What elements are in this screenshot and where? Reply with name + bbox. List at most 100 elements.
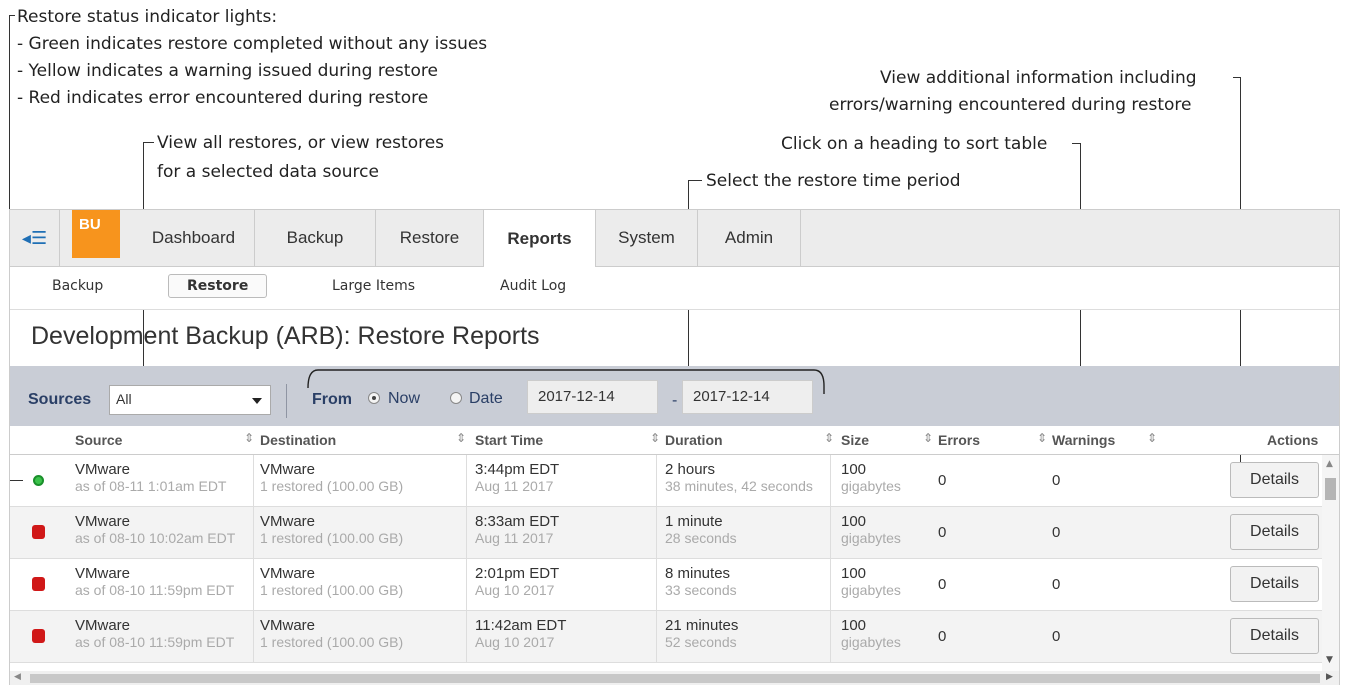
- callout-status-title: Restore status indicator lights:: [17, 7, 278, 27]
- scroll-down-icon[interactable]: ▼: [1326, 655, 1333, 665]
- table-row: VMware as of 08-10 10:02am EDT VMware 1 re…: [10, 507, 1322, 559]
- scroll-left-icon[interactable]: ◀: [14, 672, 21, 682]
- cell-source: VMware as of 08-10 11:59pm EDT: [75, 617, 235, 650]
- cell-start-time: 8:33am EDT Aug 11 2017: [475, 513, 560, 546]
- col-duration[interactable]: Duration: [665, 432, 723, 448]
- col-warnings[interactable]: Warnings: [1052, 432, 1115, 448]
- col-errors[interactable]: Errors: [938, 432, 980, 448]
- scroll-up-icon[interactable]: ▲: [1326, 459, 1333, 469]
- tab-dashboard[interactable]: Dashboard: [133, 210, 255, 266]
- callout-time-period: Select the restore time period: [706, 171, 961, 191]
- callout-sources-line1: View all restores, or view restores: [157, 133, 445, 153]
- cell-source: VMware as of 08-11 1:01am EDT: [75, 461, 227, 494]
- table-row: VMware as of 08-10 11:59pm EDT VMware 1 re…: [10, 611, 1322, 663]
- top-nav: ◂☰ BU Dashboard Backup Restore Reports S…: [10, 210, 1339, 267]
- sources-label: Sources: [28, 391, 92, 408]
- subnav-large-items[interactable]: Large Items: [332, 278, 415, 294]
- chevron-down-icon: [252, 398, 262, 404]
- scroll-thumb[interactable]: [1325, 478, 1336, 500]
- cell-size: 100 gigabytes: [841, 617, 901, 650]
- table-row: VMware as of 08-10 11:59pm EDT VMware 1 re…: [10, 559, 1322, 611]
- cell-destination: VMware 1 restored (100.00 GB): [260, 617, 404, 650]
- product-badge: BU: [72, 210, 120, 258]
- menu-toggle-icon[interactable]: ◂☰: [10, 210, 60, 266]
- sort-icon[interactable]: ⇕: [923, 431, 933, 445]
- vertical-scrollbar[interactable]: ▲ ▼: [1322, 455, 1339, 671]
- cell-errors: 0: [938, 524, 947, 541]
- tab-reports[interactable]: Reports: [484, 210, 596, 267]
- app-window: ◂☰ BU Dashboard Backup Restore Reports S…: [9, 209, 1340, 685]
- tab-admin[interactable]: Admin: [698, 210, 801, 266]
- cell-errors: 0: [938, 628, 947, 645]
- callout-sort-heading: Click on a heading to sort table: [781, 134, 1048, 154]
- sources-select[interactable]: All: [109, 385, 271, 415]
- sort-icon[interactable]: ⇕: [1147, 431, 1157, 445]
- sort-icon[interactable]: ⇕: [650, 431, 660, 445]
- col-destination[interactable]: Destination: [260, 432, 336, 448]
- scroll-thumb-horizontal[interactable]: [30, 674, 1320, 683]
- cell-source: VMware as of 08-10 10:02am EDT: [75, 513, 236, 546]
- cell-destination: VMware 1 restored (100.00 GB): [260, 565, 404, 598]
- callout-status-red: - Red indicates error encountered during…: [17, 88, 429, 108]
- col-start-time[interactable]: Start Time: [475, 432, 543, 448]
- filter-toolbar: Sources All From Now Date 2017-12-14 - 2…: [10, 366, 1339, 426]
- toolbar-divider: [286, 384, 287, 418]
- callout-details-line2: errors/warning encountered during restor…: [829, 95, 1192, 115]
- page-title: Development Backup (ARB): Restore Report…: [31, 322, 540, 350]
- tab-backup[interactable]: Backup: [255, 210, 376, 266]
- sort-icon[interactable]: ⇕: [456, 431, 466, 445]
- status-red-icon: [32, 629, 45, 643]
- scroll-right-icon[interactable]: ▶: [1326, 672, 1333, 682]
- details-button[interactable]: Details: [1230, 618, 1319, 654]
- cell-start-time: 2:01pm EDT Aug 10 2017: [475, 565, 560, 598]
- leader-time-top: [688, 180, 702, 181]
- cell-size: 100 gigabytes: [841, 513, 901, 546]
- col-actions: Actions: [1267, 432, 1319, 448]
- cell-warnings: 0: [1052, 628, 1061, 645]
- cell-size: 100 gigabytes: [841, 565, 901, 598]
- leader-details-top: [1233, 77, 1241, 78]
- cell-warnings: 0: [1052, 576, 1061, 593]
- tab-system[interactable]: System: [596, 210, 698, 266]
- callout-sources-line2: for a selected data source: [157, 162, 379, 182]
- leader-sort-top: [1072, 143, 1081, 144]
- cell-source: VMware as of 08-10 11:59pm EDT: [75, 565, 235, 598]
- cell-duration: 8 minutes 33 seconds: [665, 565, 737, 598]
- table-header: Source ⇕ Destination ⇕ Start Time ⇕ Dura…: [10, 426, 1339, 455]
- tab-restore[interactable]: Restore: [376, 210, 484, 266]
- time-period-bracket: [307, 369, 825, 394]
- sources-select-value: All: [116, 391, 132, 407]
- cell-errors: 0: [938, 576, 947, 593]
- details-button[interactable]: Details: [1230, 514, 1319, 550]
- leader-sources-top: [143, 142, 154, 143]
- horizontal-scrollbar[interactable]: ◀ ▶: [10, 671, 1339, 685]
- cell-errors: 0: [938, 472, 947, 489]
- sort-icon[interactable]: ⇕: [1037, 431, 1047, 445]
- cell-start-time: 11:42am EDT Aug 10 2017: [475, 617, 567, 650]
- cell-warnings: 0: [1052, 472, 1061, 489]
- cell-destination: VMware 1 restored (100.00 GB): [260, 513, 404, 546]
- table-row: VMware as of 08-11 1:01am EDT VMware 1 res…: [10, 455, 1322, 507]
- details-button[interactable]: Details: [1230, 566, 1319, 602]
- callout-details-line1: View additional information including: [880, 68, 1197, 88]
- col-size[interactable]: Size: [841, 432, 869, 448]
- status-green-icon: [33, 475, 44, 486]
- sort-icon[interactable]: ⇕: [244, 431, 254, 445]
- cell-duration: 2 hours 38 minutes, 42 seconds: [665, 461, 813, 494]
- callout-status-yellow: - Yellow indicates a warning issued duri…: [17, 61, 438, 81]
- subnav-audit-log[interactable]: Audit Log: [500, 278, 566, 294]
- col-source[interactable]: Source: [75, 432, 122, 448]
- details-button[interactable]: Details: [1230, 462, 1319, 498]
- cell-warnings: 0: [1052, 524, 1061, 541]
- cell-size: 100 gigabytes: [841, 461, 901, 494]
- cell-destination: VMware 1 restored (100.00 GB): [260, 461, 404, 494]
- cell-duration: 21 minutes 52 seconds: [665, 617, 739, 650]
- cell-duration: 1 minute 28 seconds: [665, 513, 737, 546]
- callout-status-green: - Green indicates restore completed with…: [17, 34, 488, 54]
- sort-icon[interactable]: ⇕: [824, 431, 834, 445]
- leader-status-top: [9, 15, 15, 16]
- subnav-backup[interactable]: Backup: [52, 278, 103, 294]
- status-red-icon: [32, 525, 45, 539]
- sub-nav: Backup Restore Large Items Audit Log: [10, 267, 1339, 310]
- subnav-restore[interactable]: Restore: [168, 274, 268, 298]
